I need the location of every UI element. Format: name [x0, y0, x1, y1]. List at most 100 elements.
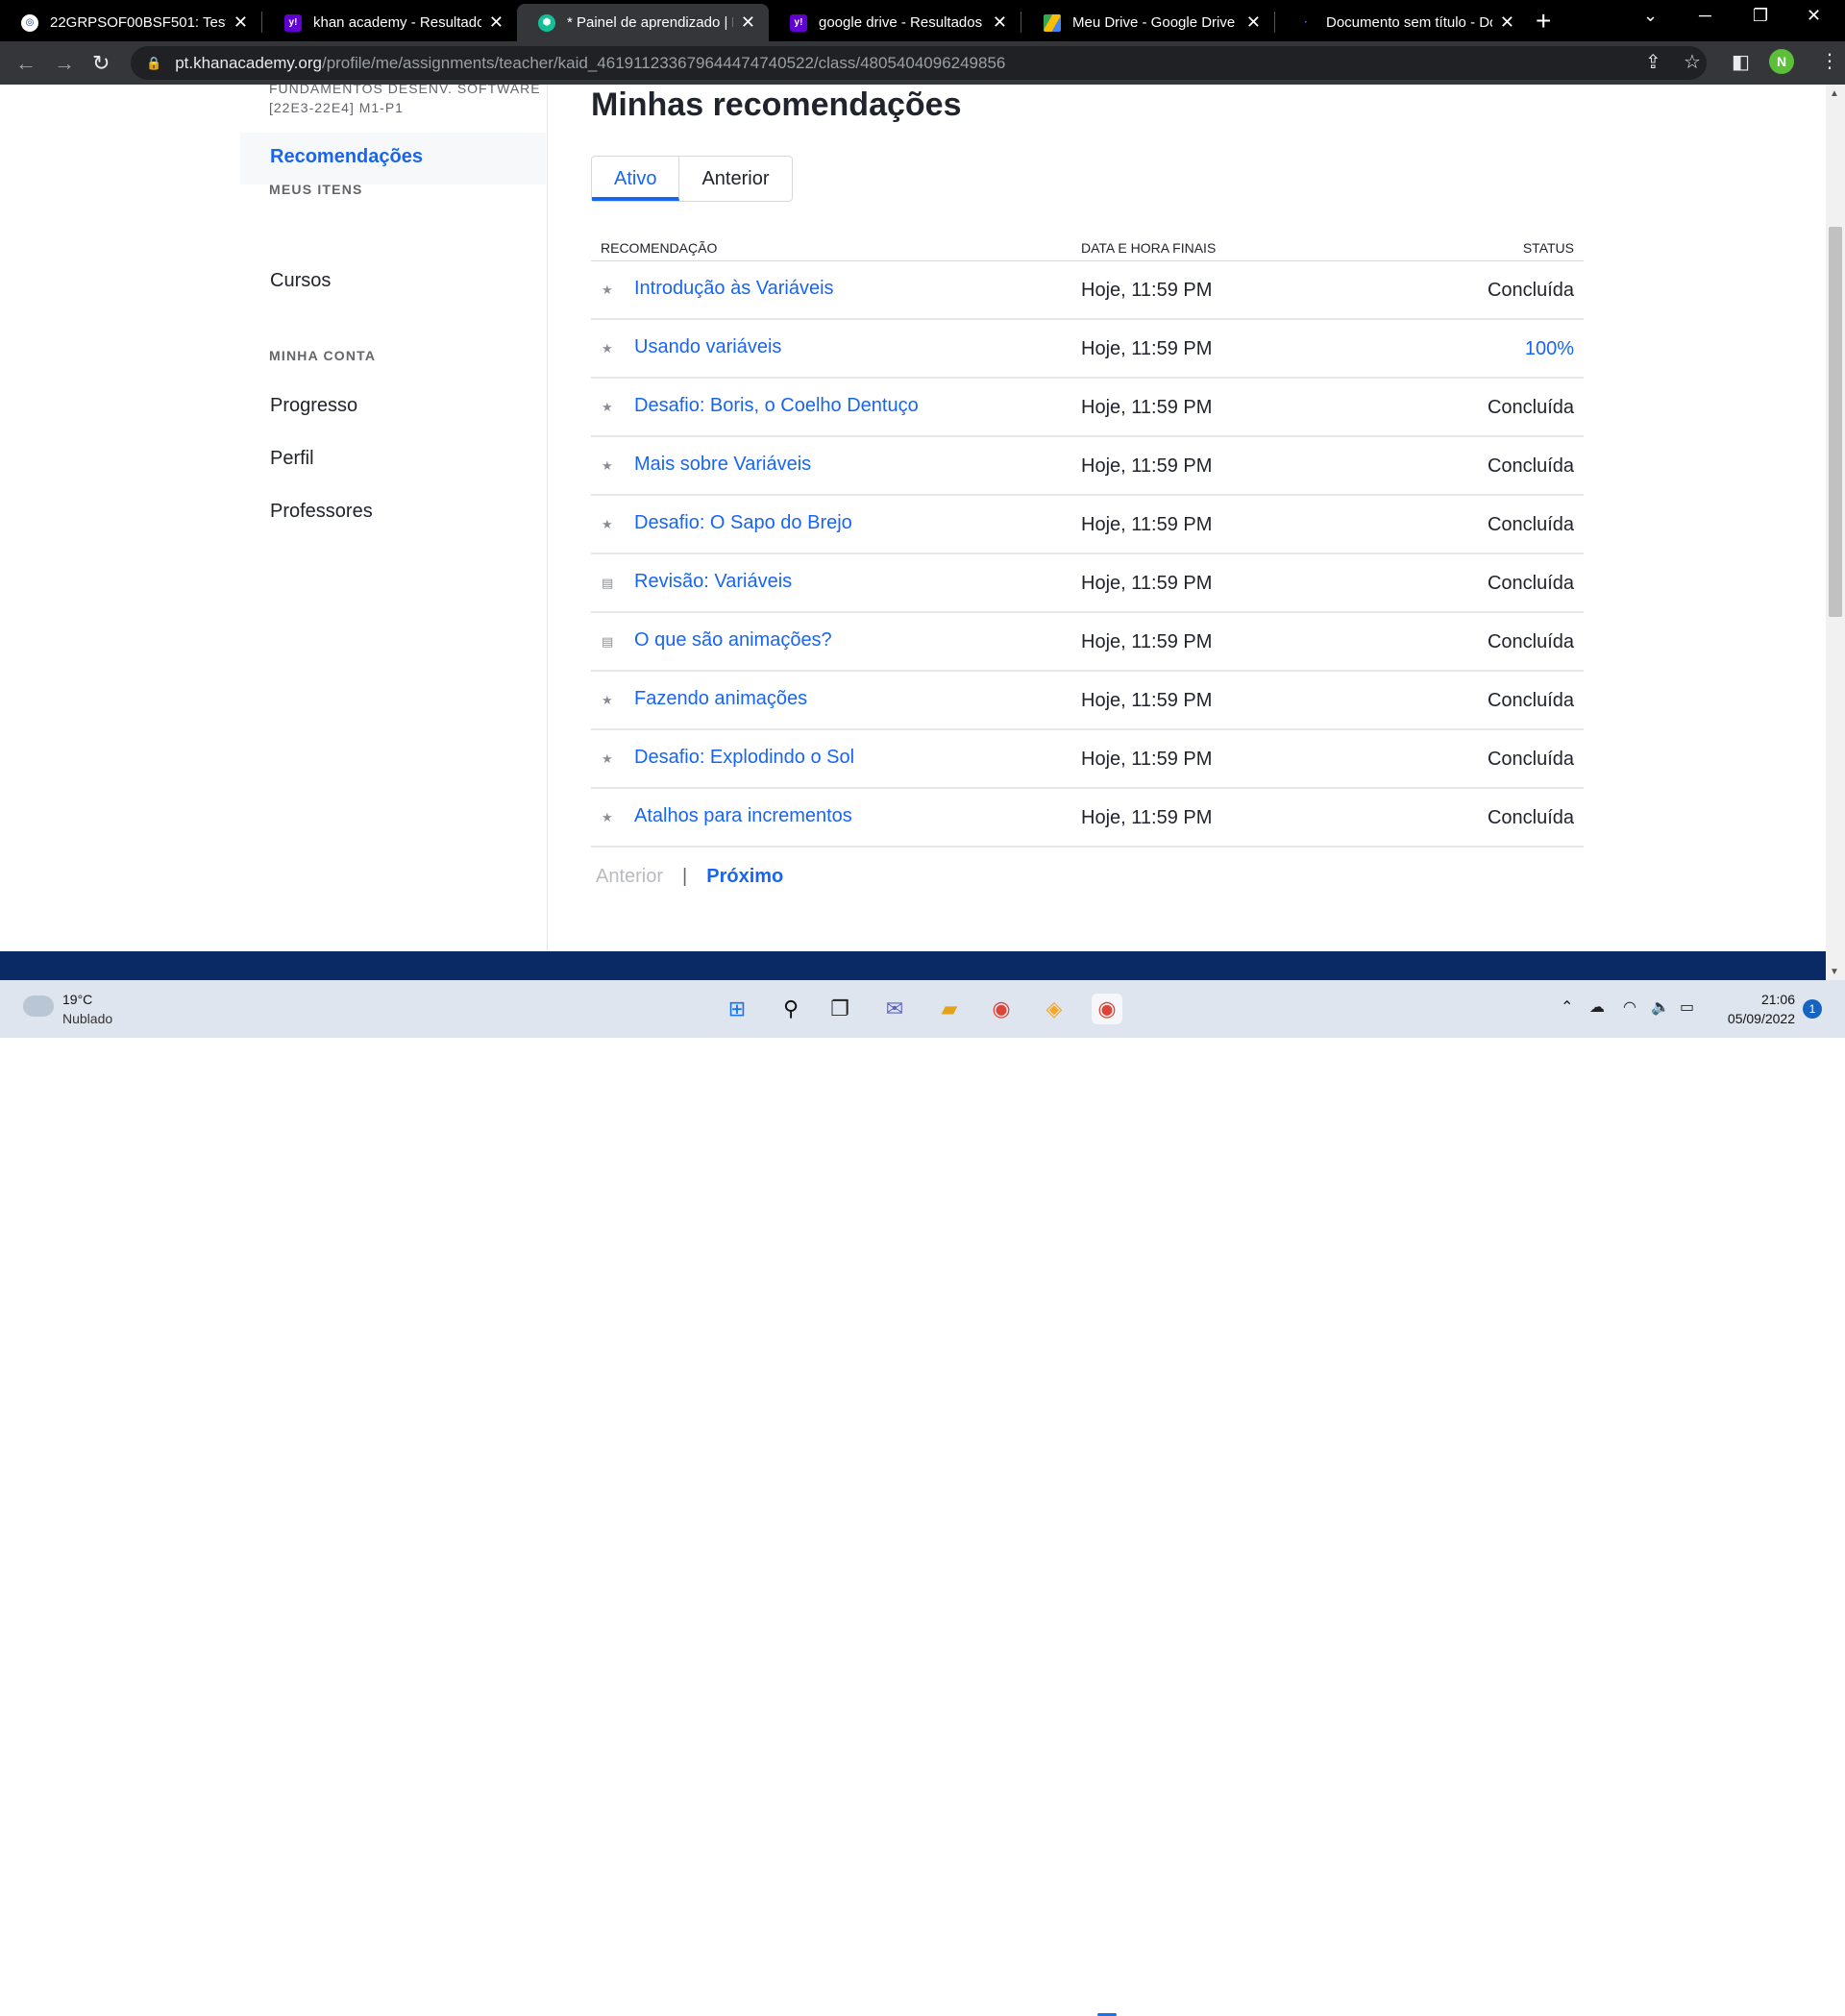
recommendation-link[interactable]: Desafio: Explodindo o Sol [634, 747, 854, 769]
cloud-icon[interactable] [23, 996, 54, 1017]
notification-badge[interactable]: 1 [1803, 999, 1822, 1019]
sidebar-item-perfil[interactable]: Perfil [270, 448, 314, 470]
due-date: Hoje, 11:59 PM [1081, 455, 1213, 477]
due-date: Hoje, 11:59 PM [1081, 514, 1213, 535]
tab-ativo[interactable]: Ativo [592, 157, 680, 201]
recommendation-link[interactable]: Usando variáveis [634, 336, 781, 358]
due-date: Hoje, 11:59 PM [1081, 573, 1213, 594]
table-row: ★ Desafio: Boris, o Coelho Dentuço Hoje, 1… [591, 379, 1584, 437]
close-tab-icon[interactable]: ✕ [234, 12, 248, 33]
table-row: ★ Desafio: Explodindo o Sol Hoje, 11:59 PM… [591, 730, 1584, 789]
weather-condition[interactable]: Nublado [62, 1011, 112, 1026]
share-icon[interactable]: ⇪ [1645, 50, 1661, 74]
section-heading-minha-conta: MINHA CONTA [269, 348, 377, 363]
back-icon[interactable]: ← [15, 51, 37, 76]
table-row: ★ Usando variáveis Hoje, 11:59 PM 100% [591, 320, 1584, 379]
browser-tab[interactable]: Meu Drive - Google Drive ✕ [1022, 4, 1274, 41]
star-icon: ★ [602, 341, 613, 356]
due-date: Hoje, 11:59 PM [1081, 807, 1213, 828]
tray-overflow-icon[interactable]: ⌃ [1561, 997, 1573, 1017]
address-bar[interactable]: 🔒 pt.khanacademy.org/profile/me/assignme… [131, 46, 1707, 80]
tab-search-icon[interactable]: ⌄ [1643, 6, 1658, 26]
bookmark-star-icon[interactable]: ☆ [1684, 50, 1701, 74]
table-row: ★ Desafio: O Sapo do Brejo Hoje, 11:59 PM C… [591, 496, 1584, 554]
khan-academy-icon: ⬢ [538, 13, 555, 32]
system-clock[interactable]: 21:06 05/09/2022 [1720, 990, 1795, 1028]
recommendation-link[interactable]: Desafio: Boris, o Coelho Dentuço [634, 395, 919, 417]
browser-tab[interactable]: y! khan academy - Resultados ✕ [263, 4, 517, 41]
battery-icon[interactable]: ▭ [1680, 997, 1694, 1017]
status-value[interactable]: 100% [1525, 338, 1574, 360]
close-tab-icon[interactable]: ✕ [489, 12, 504, 33]
sidebar-item-recomendacoes[interactable]: Recomendações [240, 133, 546, 184]
close-tab-icon[interactable]: ✕ [993, 12, 1007, 33]
table-row: ★ Introdução às Variáveis Hoje, 11:59 PM Co… [591, 261, 1584, 320]
chrome-icon[interactable]: ◉ [986, 994, 1017, 1024]
reload-icon[interactable]: ↻ [92, 51, 110, 76]
chrome-profile-icon[interactable]: ◉ [1092, 994, 1122, 1024]
scrollbar-thumb[interactable] [1829, 227, 1842, 617]
star-icon: ★ [602, 517, 613, 531]
close-window-icon[interactable]: ✕ [1807, 6, 1821, 26]
recommendation-link[interactable]: O que são animações? [634, 629, 832, 652]
browser-tab-active[interactable]: ⬢ * Painel de aprendizado | Kh ✕ [517, 4, 769, 41]
page-title: Minhas recomendações [591, 86, 962, 123]
lock-icon[interactable]: 🔒 [146, 56, 161, 71]
article-icon: ▤ [602, 576, 614, 590]
windows-start-icon[interactable]: ⊞ [722, 994, 752, 1024]
clock-time: 21:06 [1760, 992, 1795, 1007]
volume-icon[interactable]: 🔈 [1651, 997, 1670, 1017]
recommendation-link[interactable]: Desafio: O Sapo do Brejo [634, 512, 852, 534]
recommendation-link[interactable]: Revisão: Variáveis [634, 571, 792, 593]
star-icon: ★ [602, 400, 613, 414]
file-explorer-icon[interactable]: ▰ [934, 994, 965, 1024]
due-date: Hoje, 11:59 PM [1081, 280, 1213, 301]
table-row: ★ Fazendo animações Hoje, 11:59 PM Concluíd… [591, 672, 1584, 730]
search-icon[interactable]: ⚲ [775, 994, 806, 1024]
profile-avatar[interactable]: N [1769, 49, 1794, 74]
taskbar: 19°C Nublado ⊞ ⚲ ❐ ✉ ▰ ◉ ◈ ◉ ⌃ ☁ ◠ 🔈 ▭ 2… [0, 980, 1845, 2016]
sidebar-item-label: Recomendações [270, 146, 423, 167]
status-value: Concluída [1487, 397, 1574, 418]
brave-icon[interactable]: ◈ [1039, 994, 1070, 1024]
wifi-icon[interactable]: ◠ [1623, 997, 1636, 1017]
pager-next[interactable]: Próximo [706, 866, 783, 888]
sidebar-item-cursos[interactable]: Cursos [270, 270, 331, 292]
new-tab-icon[interactable]: + [1536, 6, 1551, 37]
table-row: ★ Mais sobre Variáveis Hoje, 11:59 PM Concl… [591, 437, 1584, 496]
onedrive-icon[interactable]: ☁ [1589, 997, 1605, 1017]
due-date: Hoje, 11:59 PM [1081, 690, 1213, 711]
recommendation-link[interactable]: Atalhos para incrementos [634, 805, 852, 827]
browser-tab[interactable]: ◎ 22GRPSOF00BSF501: Teste ✕ [0, 4, 261, 41]
browser-tab[interactable]: y! google drive - Resultados d ✕ [769, 4, 1021, 41]
recommendation-link[interactable]: Mais sobre Variáveis [634, 454, 811, 476]
sidebar-item-progresso[interactable]: Progresso [270, 395, 357, 417]
recommendation-link[interactable]: Introdução às Variáveis [634, 278, 834, 300]
tab-title: Meu Drive - Google Drive [1072, 14, 1236, 31]
minimize-icon[interactable]: ─ [1699, 6, 1711, 26]
teams-chat-icon[interactable]: ✉ [879, 994, 910, 1024]
status-value: Concluída [1487, 749, 1574, 770]
close-tab-icon[interactable]: ✕ [1246, 12, 1261, 33]
restore-icon[interactable]: ❐ [1753, 6, 1768, 26]
column-header-status: STATUS [1522, 240, 1574, 256]
browser-menu-icon[interactable]: ⋮ [1820, 49, 1839, 73]
tab-anterior[interactable]: Anterior [679, 157, 791, 201]
sidebar-item-professores[interactable]: Professores [270, 501, 373, 523]
status-value: Concluída [1487, 573, 1574, 594]
due-date: Hoje, 11:59 PM [1081, 631, 1213, 652]
browser-tab[interactable]: · Documento sem título - Do ✕ [1276, 4, 1528, 41]
task-view-icon[interactable]: ❐ [824, 994, 855, 1024]
scroll-down-icon[interactable]: ▼ [1830, 967, 1839, 977]
tab-separator [261, 12, 262, 33]
pager-previous[interactable]: Anterior [596, 866, 663, 888]
close-tab-icon[interactable]: ✕ [1500, 12, 1514, 33]
star-icon: ★ [602, 458, 613, 473]
close-tab-icon[interactable]: ✕ [741, 12, 755, 33]
recommendation-link[interactable]: Fazendo animações [634, 688, 807, 710]
weather-temperature[interactable]: 19°C [62, 992, 92, 1007]
class-name-line2: [22E3-22E4] M1-P1 [269, 100, 404, 115]
forward-icon[interactable]: → [54, 51, 75, 76]
scroll-up-icon[interactable]: ▲ [1830, 88, 1839, 99]
side-panel-icon[interactable]: ◧ [1732, 50, 1750, 74]
